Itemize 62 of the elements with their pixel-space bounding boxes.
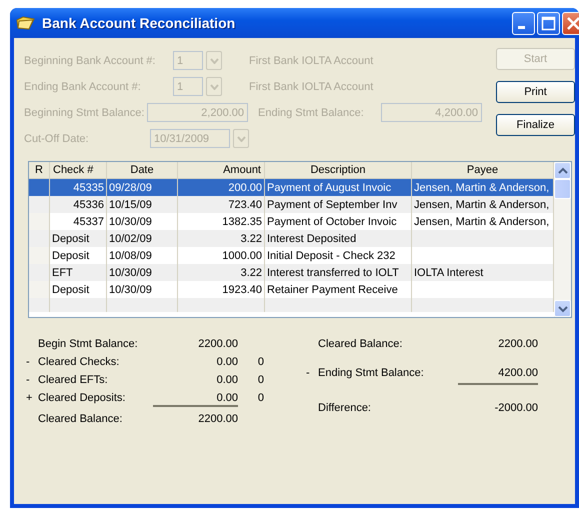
table-cell: 45335 <box>50 178 106 196</box>
sign-symbol: - <box>26 374 31 386</box>
account-name: First Bank IOLTA Account <box>249 80 374 92</box>
action-button[interactable]: Finalize <box>496 114 575 136</box>
summary-label: Cleared Balance: <box>318 338 404 350</box>
summary-label: Ending Stmt Balance: <box>318 367 425 379</box>
summary-label: Begin Stmt Balance: <box>38 338 139 350</box>
table-row[interactable]: 45335 09/28/09 200.00 Payment of August Invoic Jensen, Martin & Anderson, <box>29 178 554 196</box>
table-cell: 45336 <box>50 196 106 213</box>
summary-value: -2000.00 <box>494 402 538 414</box>
window-title: Bank Account Reconciliation <box>42 15 236 31</box>
table-cell: Interest Deposited <box>264 230 412 247</box>
summary-label: Cleared Checks: <box>38 356 120 368</box>
table-cell: 10/15/09 <box>106 196 178 213</box>
column-header[interactable]: Check # <box>50 162 106 178</box>
field-label: Cut-Off Date: <box>24 132 90 144</box>
summary-label: Difference: <box>318 402 372 414</box>
column-header[interactable]: R <box>29 162 50 178</box>
table-cell: 3.22 <box>178 264 264 281</box>
count-value: 0 <box>256 356 265 368</box>
count-value: 0 <box>256 392 265 404</box>
sign-symbol: + <box>26 392 34 404</box>
sign-symbol: - <box>26 356 31 368</box>
table-cell: 723.40 <box>178 196 264 213</box>
field-label: Ending Bank Account #: <box>24 80 142 92</box>
summary-value: 4200.00 <box>458 367 538 385</box>
summary-value: 2200.00 <box>197 413 238 425</box>
table-cell: 200.00 <box>178 178 264 196</box>
column-header[interactable]: Date <box>106 162 178 178</box>
table-cell: 10/30/09 <box>106 264 178 281</box>
summary-label: Cleared EFTs: <box>38 374 109 386</box>
table-cell: Interest transferred to IOLT <box>264 264 412 281</box>
field-label: Beginning Stmt Balance: <box>24 106 146 118</box>
count-value: 0 <box>256 374 265 386</box>
column-header[interactable]: Payee <box>412 162 554 178</box>
sign-symbol: - <box>306 367 311 379</box>
table-cell: Deposit <box>50 230 106 247</box>
table-cell: Payment of September Inv <box>264 196 412 213</box>
table-row[interactable]: 45336 10/15/09 723.40 Payment of September Inv Jensen, Martin & Anderson, <box>29 196 554 213</box>
summary-value: 2200.00 <box>197 338 238 350</box>
table-cell: 09/28/09 <box>106 178 178 196</box>
column-header[interactable]: Amount <box>178 162 264 178</box>
table-cell: Jensen, Martin & Anderson, <box>412 196 554 213</box>
table-cell: Jensen, Martin & Anderson, <box>412 178 554 196</box>
field-label: Ending Stmt Balance: <box>257 106 365 118</box>
field-label: Beginning Bank Account #: <box>24 54 156 66</box>
table-cell: EFT <box>50 264 106 281</box>
summary-value: 0.00 <box>216 374 238 386</box>
summary-value: 2200.00 <box>497 338 538 350</box>
table-row[interactable]: Deposit 10/02/09 3.22 Interest Deposited <box>29 230 554 247</box>
table-row[interactable]: EFT 10/30/09 3.22 Interest transferred to IOLT IOLTA Interest <box>29 264 554 281</box>
table-cell: 10/02/09 <box>106 230 178 247</box>
account-name: First Bank IOLTA Account <box>249 54 374 66</box>
action-button[interactable]: Print <box>496 81 575 103</box>
summary-label: Cleared Deposits: <box>38 392 126 404</box>
summary-label: Cleared Balance: <box>38 413 124 425</box>
summary-value: 0.00 <box>216 356 238 368</box>
table-cell: Payment of August Invoic <box>264 178 412 196</box>
summary-value: 0.00 <box>153 392 238 407</box>
table-cell: 3.22 <box>178 230 264 247</box>
column-header[interactable]: Description <box>264 162 412 178</box>
table-cell: IOLTA Interest <box>412 264 554 281</box>
